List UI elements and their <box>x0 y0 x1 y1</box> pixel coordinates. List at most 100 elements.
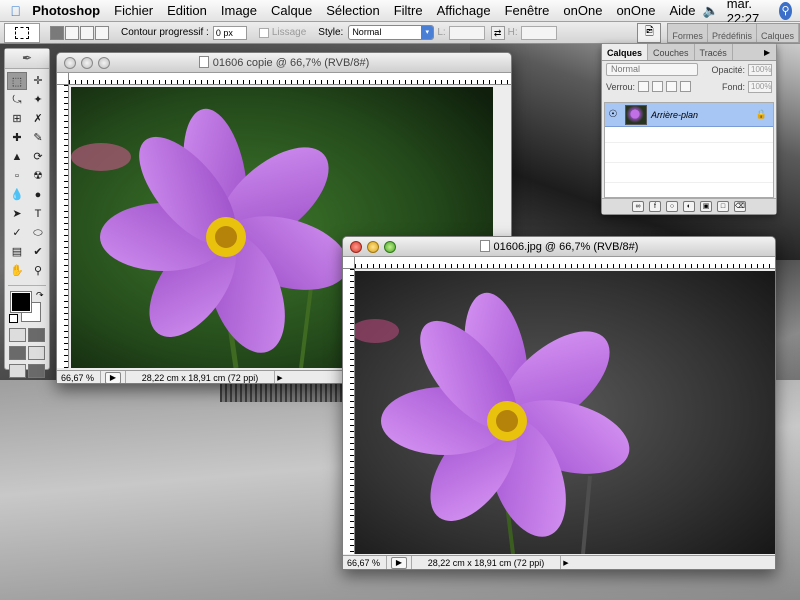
file-browser-button[interactable]: 🖻 <box>637 22 662 43</box>
spotlight-icon[interactable]: ⚲ <box>779 1 792 20</box>
horizontal-ruler[interactable] <box>69 73 511 85</box>
well-tab-formes[interactable]: Formes <box>668 23 708 42</box>
status-menu-arrow-icon[interactable]: ▶ <box>561 559 571 567</box>
tab-calques[interactable]: Calques <box>602 44 649 60</box>
menu-image[interactable]: Image <box>214 3 264 18</box>
menu-fichier[interactable]: Fichier <box>107 3 160 18</box>
zoom-field[interactable]: 66,67 % <box>57 371 101 383</box>
minimize-button[interactable] <box>81 57 93 69</box>
opacity-input[interactable]: 100% <box>748 63 772 76</box>
menu-app-name[interactable]: Photoshop <box>25 3 107 18</box>
new-selection-button[interactable] <box>50 25 64 40</box>
status-preview-icon[interactable]: ▶ <box>105 372 121 383</box>
well-tab-predefinis[interactable]: Prédéfinis <box>708 23 757 42</box>
height-input[interactable] <box>520 25 557 40</box>
close-button[interactable] <box>350 241 362 253</box>
jump-to-imageready-button[interactable] <box>9 364 26 378</box>
layer-mask-icon[interactable]: ○ <box>666 201 678 212</box>
move-tool-icon[interactable]: ✛ <box>28 72 48 90</box>
hand-tool-icon[interactable]: ✋ <box>7 262 27 280</box>
lock-pixels-checkbox[interactable] <box>652 81 664 92</box>
menu-filtre[interactable]: Filtre <box>387 3 430 18</box>
crop-tool-icon[interactable]: ⊞ <box>7 110 27 128</box>
menu-aide[interactable]: Aide <box>662 3 702 18</box>
paint-bucket-tool-icon[interactable]: ☢ <box>28 167 48 185</box>
default-colors-icon[interactable] <box>9 314 18 323</box>
path-selection-tool-icon[interactable]: ➤ <box>7 205 27 223</box>
magic-wand-tool-icon[interactable]: ✦ <box>28 91 48 109</box>
zoom-field[interactable]: 66,67 % <box>343 556 387 569</box>
menu-calque[interactable]: Calque <box>264 3 319 18</box>
zoom-tool-icon[interactable]: ⚲ <box>28 262 48 280</box>
jump-to-app-icon[interactable] <box>28 364 45 378</box>
lock-transparency-checkbox[interactable] <box>638 81 650 92</box>
layer-style-icon[interactable]: f <box>649 201 661 212</box>
antialias-checkbox[interactable] <box>258 27 269 38</box>
new-layer-icon[interactable]: □ <box>717 201 729 212</box>
menu-onone-2[interactable]: onOne <box>609 3 662 18</box>
status-menu-arrow-icon[interactable]: ▶ <box>275 374 285 382</box>
clone-stamp-tool-icon[interactable]: ▲ <box>7 148 27 166</box>
swap-colors-icon[interactable]: ↷ <box>36 290 44 301</box>
marquee-tool-icon[interactable]: ⬚ <box>7 72 27 90</box>
menu-selection[interactable]: Sélection <box>319 3 386 18</box>
screen-mode-full-button[interactable] <box>28 346 45 360</box>
apple-logo-icon[interactable]:  <box>6 3 25 19</box>
adjustment-layer-icon[interactable]: ◐ <box>683 201 695 212</box>
eyedropper-tool-icon[interactable]: ✔ <box>28 243 48 261</box>
menu-onone-1[interactable]: onOne <box>556 3 609 18</box>
tab-traces[interactable]: Tracés <box>695 44 733 60</box>
quick-mask-mode-button[interactable] <box>28 328 45 342</box>
blur-tool-icon[interactable]: 💧 <box>7 186 27 204</box>
dodge-tool-icon[interactable]: ● <box>28 186 48 204</box>
brush-tool-icon[interactable]: ✎ <box>28 129 48 147</box>
slice-tool-icon[interactable]: ✗ <box>28 110 48 128</box>
trash-icon[interactable]: ⌫ <box>734 201 746 212</box>
standard-mode-button[interactable] <box>9 328 26 342</box>
swap-dimensions-icon[interactable]: ⇄ <box>490 25 505 40</box>
document-title-bar[interactable]: 01606 copie @ 66,7% (RVB/8#) <box>57 53 511 73</box>
layer-row[interactable]: ☉ Arrière-plan 🔒 <box>605 103 773 127</box>
lasso-tool-icon[interactable]: ⤿ <box>7 91 27 109</box>
link-layers-icon[interactable]: ∞ <box>632 201 644 212</box>
horizontal-ruler[interactable] <box>355 257 775 269</box>
add-selection-button[interactable] <box>65 25 79 40</box>
pen-tool-icon[interactable]: ✓ <box>7 224 27 242</box>
close-button[interactable] <box>64 57 76 69</box>
new-group-icon[interactable]: ▣ <box>700 201 712 212</box>
type-tool-icon[interactable]: T <box>28 205 48 223</box>
vertical-ruler[interactable] <box>343 269 355 554</box>
speaker-icon[interactable]: 🔈 <box>703 3 719 19</box>
eye-icon[interactable]: ☉ <box>605 109 621 120</box>
subtract-selection-button[interactable] <box>80 25 94 40</box>
foreground-color-swatch[interactable] <box>10 291 32 313</box>
menu-fenetre[interactable]: Fenêtre <box>498 3 557 18</box>
eraser-tool-icon[interactable]: ▫ <box>7 167 27 185</box>
blend-mode-select[interactable]: Normal <box>606 63 698 76</box>
status-preview-icon[interactable]: ▶ <box>391 557 407 569</box>
menu-affichage[interactable]: Affichage <box>430 3 498 18</box>
toolbox-feather-icon[interactable]: ✒ <box>5 49 49 69</box>
zoom-button[interactable] <box>98 57 110 69</box>
intersect-selection-button[interactable] <box>95 25 109 40</box>
lock-position-checkbox[interactable] <box>666 81 678 92</box>
tool-preset-picker[interactable] <box>4 22 40 43</box>
zoom-button[interactable] <box>384 241 396 253</box>
vertical-ruler[interactable] <box>57 85 69 368</box>
minimize-button[interactable] <box>367 241 379 253</box>
width-input[interactable] <box>448 25 485 40</box>
ruler-origin[interactable] <box>57 73 69 85</box>
document-title-bar[interactable]: 01606.jpg @ 66,7% (RVB/8#) <box>343 237 775 257</box>
palette-menu-icon[interactable]: ▶ <box>764 44 776 60</box>
notes-tool-icon[interactable]: ▤ <box>7 243 27 261</box>
style-select[interactable]: Normal ▾ <box>348 25 435 40</box>
ruler-origin[interactable] <box>343 257 355 269</box>
lock-all-checkbox[interactable] <box>680 81 692 92</box>
history-brush-tool-icon[interactable]: ⟳ <box>28 148 48 166</box>
menu-edition[interactable]: Edition <box>160 3 214 18</box>
feather-input[interactable]: 0 px <box>212 25 247 40</box>
tab-couches[interactable]: Couches <box>648 44 695 60</box>
fill-input[interactable]: 100% <box>748 80 772 93</box>
screen-mode-standard-button[interactable] <box>9 346 26 360</box>
document-canvas[interactable] <box>355 271 775 554</box>
